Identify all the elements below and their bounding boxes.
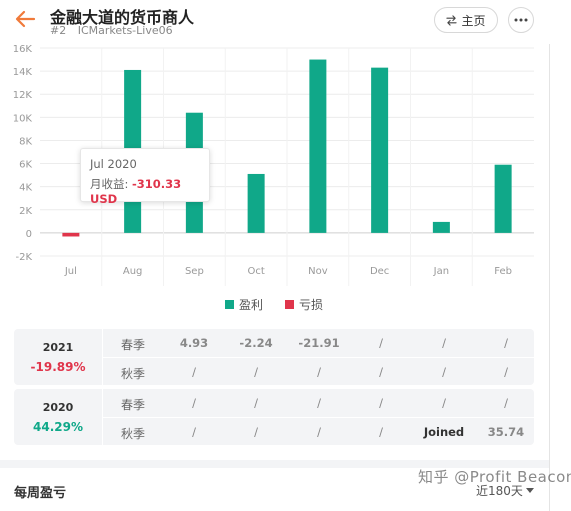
legend-loss[interactable]: 亏损 [285, 296, 323, 313]
home-button-label: 主页 [461, 13, 486, 28]
year-label: 2021 [42, 340, 74, 354]
year-block-2020: 2020 44.29% 春季 / / / / / / 秋季 / / / / Joined 35.74 [14, 389, 534, 445]
table-cell: / [379, 425, 383, 439]
y-tick-label: 14K [13, 67, 33, 78]
season-label: 春季 [121, 338, 146, 352]
legend-label-loss: 亏损 [299, 298, 324, 312]
table-cell: / [192, 425, 196, 439]
chart-legend: 盈利 亏损 [0, 296, 548, 313]
y-tick-label: 4K [19, 183, 32, 194]
x-tick-label: Oct [247, 266, 264, 277]
season-label: 秋季 [121, 367, 146, 381]
season-label: 春季 [121, 398, 146, 412]
home-button[interactable]: 主页 [434, 7, 498, 33]
table-cell: 35.74 [487, 425, 525, 439]
y-tick-label: 0 [26, 229, 32, 240]
year-total-return: -19.89% [30, 359, 86, 374]
loss-bar [62, 232, 80, 237]
table-cell: 4.93 [179, 336, 209, 350]
legend-swatch-loss [285, 300, 294, 309]
x-tick-label: Feb [494, 266, 512, 277]
table-cell: / [504, 336, 508, 350]
x-tick-label: Aug [123, 266, 143, 277]
season-label: 秋季 [121, 427, 146, 441]
profit-bar [494, 164, 512, 233]
table-cell: / [504, 396, 508, 410]
x-tick-label: Jul [64, 266, 77, 277]
tooltip-label: 月收益: [90, 177, 133, 191]
swap-icon [446, 14, 458, 26]
table-cell: / [192, 396, 196, 410]
table-cell: / [379, 336, 383, 350]
legend-profit[interactable]: 盈利 [224, 296, 263, 313]
y-tick-label: 16K [13, 44, 33, 55]
table-cell: / [317, 425, 321, 439]
table-cell: / [379, 365, 383, 379]
table-row: 秋季 / / / / / / [103, 357, 534, 385]
table-row: 春季 4.93 -2.24 -21.91 / / / [103, 329, 534, 357]
y-tick-label: 6K [19, 160, 32, 171]
y-tick-label: 12K [13, 90, 33, 101]
weekly-pl-title: 每周盈亏 [14, 486, 67, 501]
y-tick-label: 8K [19, 136, 32, 147]
table-cell: Joined [423, 425, 465, 439]
profit-bar [247, 173, 265, 233]
year-label: 2020 [42, 400, 74, 414]
table-cell: / [317, 365, 321, 379]
table-cell: -2.24 [239, 336, 273, 350]
table-cell: / [254, 425, 258, 439]
x-tick-label: Dec [370, 266, 389, 277]
watermark: 知乎 @Profit Beacon [418, 468, 571, 486]
table-cell: / [192, 365, 196, 379]
back-arrow-icon[interactable] [14, 8, 36, 30]
profit-bar [432, 221, 450, 233]
more-options-button[interactable] [508, 7, 534, 33]
year-summary: 2020 44.29% [14, 389, 102, 445]
table-cell: / [442, 336, 446, 350]
scrollbar[interactable] [549, 44, 550, 511]
caret-down-icon [525, 487, 534, 493]
tooltip-month: Jul 2020 [90, 157, 137, 171]
account-info: #2 ICMarkets-Live06 [50, 24, 173, 37]
table-cell: / [317, 396, 321, 410]
table-cell: / [442, 365, 446, 379]
chart-tooltip: Jul 2020 月收益: -310.33 USD [80, 148, 210, 206]
y-tick-label: 2K [19, 206, 32, 217]
more-dots-icon [514, 18, 528, 22]
year-block-2021: 2021 -19.89% 春季 4.93 -2.24 -21.91 / / / 秋季 / / / / / / [14, 329, 534, 385]
legend-swatch-profit [224, 300, 234, 309]
table-cell: / [442, 396, 446, 410]
year-total-return: 44.29% [33, 419, 83, 434]
table-row: 秋季 / / / / Joined 35.74 [103, 417, 534, 445]
table-cell: / [254, 396, 258, 410]
legend-label-profit: 盈利 [238, 298, 263, 312]
y-tick-label: 10K [13, 113, 33, 124]
y-tick-label: -2K [15, 252, 32, 263]
profit-bar [309, 59, 327, 233]
table-cell: / [504, 365, 508, 379]
x-tick-label: Jan [433, 266, 449, 277]
x-tick-label: Nov [308, 266, 328, 277]
server-name: ICMarkets-Live06 [77, 24, 173, 37]
table-row: 春季 / / / / / / [103, 389, 534, 417]
table-cell: / [254, 365, 258, 379]
profit-bar [371, 67, 389, 233]
table-cell: -21.91 [298, 336, 340, 350]
rank-badge: #2 [50, 24, 67, 37]
year-summary: 2021 -19.89% [14, 329, 102, 385]
x-tick-label: Sep [185, 266, 204, 277]
table-cell: / [379, 396, 383, 410]
